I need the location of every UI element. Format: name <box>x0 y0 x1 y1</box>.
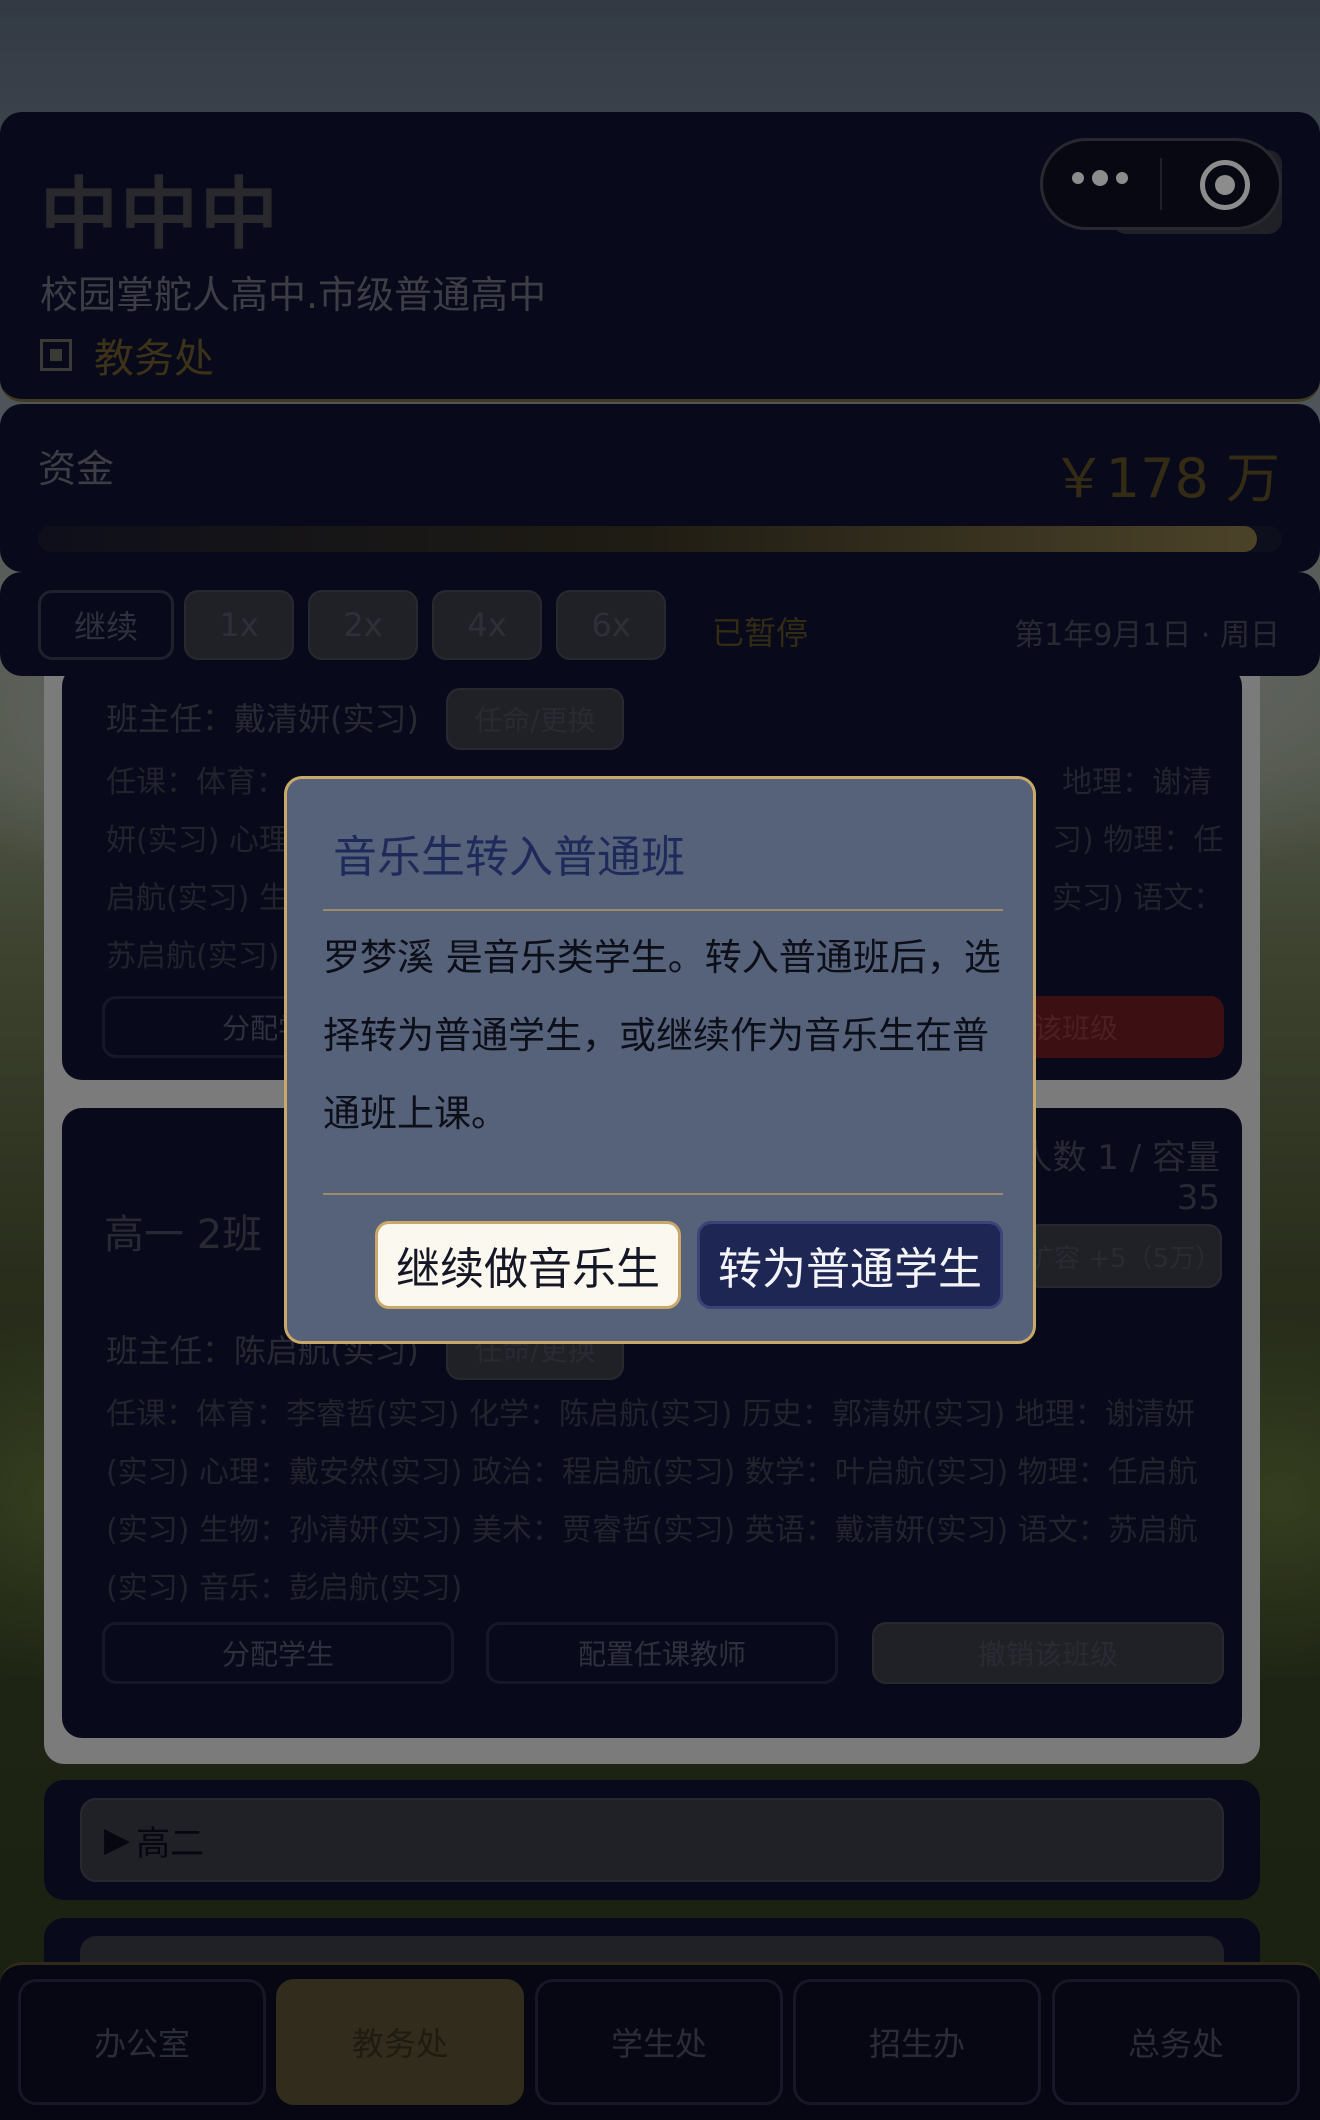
dialog-divider-top <box>323 909 1003 911</box>
dialog-title: 音乐生转入普通班 <box>333 832 685 883</box>
convert-regular-student-button[interactable]: 转为普通学生 <box>697 1221 1003 1309</box>
keep-music-student-button[interactable]: 继续做音乐生 <box>375 1221 681 1309</box>
dialog-message: 罗梦溪 是音乐类学生。转入普通班后，选择转为普通学生，或继续作为音乐生在普通班上… <box>323 936 1001 1135</box>
music-student-transfer-dialog: 音乐生转入普通班 罗梦溪 是音乐类学生。转入普通班后，选择转为普通学生，或继续作… <box>284 776 1036 1344</box>
dialog-divider-bottom <box>323 1193 1003 1195</box>
